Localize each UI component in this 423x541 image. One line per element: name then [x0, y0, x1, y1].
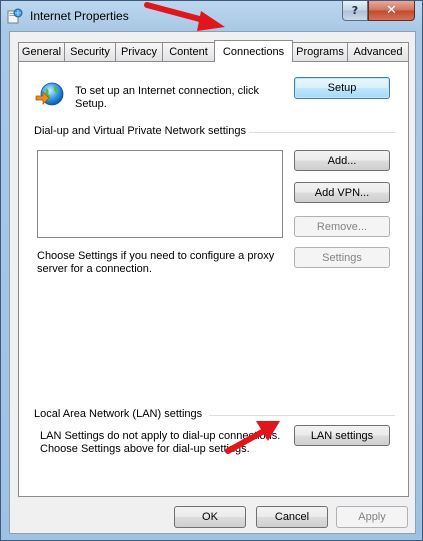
add-vpn-button[interactable]: Add VPN... — [294, 182, 390, 203]
tab-label: General — [21, 46, 62, 58]
dialup-group-title: Dial-up and Virtual Private Network sett… — [34, 125, 246, 137]
annotation-arrow-to-lan-settings — [225, 421, 280, 454]
setup-description-line1: To set up an Internet connection, click — [75, 85, 260, 97]
tab-privacy[interactable]: Privacy — [115, 42, 163, 61]
close-button[interactable]: ✕ — [368, 1, 415, 21]
tab-content[interactable]: Content — [162, 42, 215, 61]
tab-label: Connections — [222, 45, 285, 58]
tab-label: Security — [70, 46, 110, 58]
ok-button[interactable]: OK — [174, 506, 246, 528]
apply-button[interactable]: Apply — [336, 506, 408, 528]
help-button[interactable]: ? — [342, 1, 368, 21]
tab-strip: General Security Privacy Content Connect… — [18, 40, 413, 62]
remove-button[interactable]: Remove... — [294, 216, 390, 237]
setup-description-line2: Setup. — [75, 98, 107, 110]
tab-label: Privacy — [120, 46, 158, 58]
window-title: Internet Properties — [30, 9, 129, 23]
tab-advanced[interactable]: Advanced — [347, 42, 409, 61]
lan-settings-button[interactable]: LAN settings — [294, 425, 390, 446]
dialog-client-area: General Security Privacy Content Connect… — [9, 31, 416, 534]
tab-label: Content — [169, 46, 208, 58]
settings-button[interactable]: Settings — [294, 247, 390, 268]
close-icon: ✕ — [386, 3, 397, 18]
add-button[interactable]: Add... — [294, 150, 390, 171]
tab-label: Advanced — [353, 46, 403, 58]
tab-security[interactable]: Security — [64, 42, 116, 61]
tab-programs[interactable]: Programs — [292, 42, 348, 61]
network-globe-icon — [35, 82, 64, 106]
tab-general[interactable]: General — [18, 42, 65, 61]
dialup-group-divider — [249, 132, 395, 133]
internet-properties-window: Internet Properties ? ✕ General Security… — [0, 0, 423, 541]
help-icon: ? — [351, 4, 359, 17]
internet-properties-icon — [7, 8, 23, 24]
proxy-description-line2: server for a connection. — [37, 263, 152, 275]
connections-panel: To set up an Internet connection, click … — [18, 61, 409, 497]
annotation-arrow-to-connections-tab — [144, 2, 225, 31]
tab-label: Programs — [296, 46, 344, 58]
proxy-description-line1: Choose Settings if you need to configure… — [37, 250, 275, 262]
cancel-button[interactable]: Cancel — [256, 506, 328, 528]
connections-listbox[interactable] — [37, 150, 283, 238]
setup-button[interactable]: Setup — [294, 77, 390, 99]
tab-connections[interactable]: Connections — [214, 40, 293, 62]
lan-group-title: Local Area Network (LAN) settings — [34, 408, 203, 420]
